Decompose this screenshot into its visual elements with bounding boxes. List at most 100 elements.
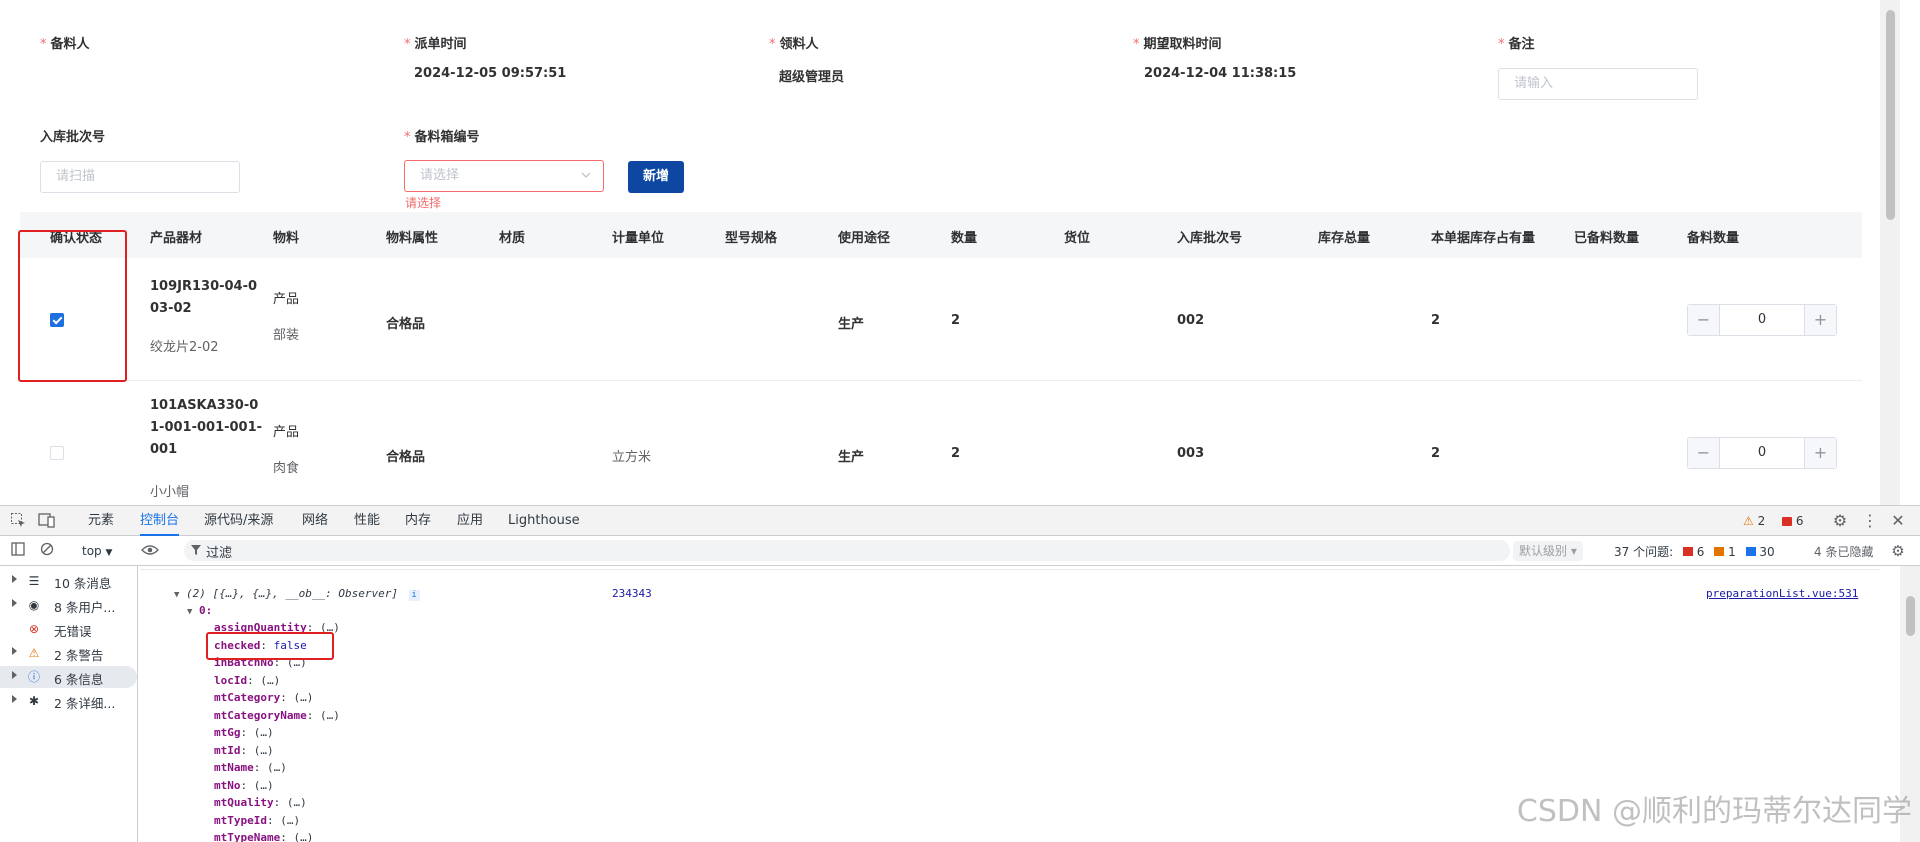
object-property[interactable]: mtCategoryName: (…) [214,709,340,722]
expected-time-label: 期望取料时间 [1143,37,1222,52]
expanded-caret-icon[interactable]: ▼ [174,590,179,600]
sidebar-item-messages[interactable]: ☰ 10 条消息 [0,570,137,592]
decrement-button[interactable]: − [1688,438,1720,468]
error-count[interactable]: 6 [1782,506,1803,536]
issues-button[interactable]: 37 个问题: 6 1 30 [1614,543,1775,560]
watermark: CSDN @顺利的玛蒂尔达同学 [1516,794,1912,829]
tab-sources[interactable]: 源代码/来源 [204,506,273,536]
tab-memory[interactable]: 内存 [405,506,431,536]
expand-caret-icon[interactable] [12,599,17,607]
property-key: mtName [214,761,254,774]
expand-caret-icon[interactable] [12,695,17,703]
increment-button[interactable]: + [1804,305,1836,335]
property-value[interactable]: (…) [254,744,274,757]
box-select[interactable]: 请选择 [404,160,604,192]
sidebar-item-user-messages[interactable]: ◉ 8 条用户... [0,594,137,616]
console-scrollbar-thumb[interactable] [1906,596,1915,636]
sidebar-item-warnings[interactable]: ⚠ 2 条警告 [0,642,137,664]
property-separator: : [273,796,287,809]
property-value[interactable]: (…) [287,796,307,809]
property-key: mtTypeName [214,831,281,842]
batch-scan-input[interactable]: 请扫描 [40,161,240,193]
property-value[interactable]: (…) [260,674,280,687]
property-value[interactable]: (…) [254,779,274,792]
sidebar-item-verbose[interactable]: ✱ 2 条详细... [0,690,137,712]
tab-network[interactable]: 网络 [302,506,328,536]
prep-qty-value[interactable]: 0 [1720,305,1804,335]
sidebar-toggle-icon[interactable] [9,542,27,560]
add-button[interactable]: 新增 [628,161,684,193]
console-settings-gear-icon[interactable]: ⚙ [1889,542,1907,560]
device-toolbar-icon[interactable] [38,512,56,530]
object-property[interactable]: mtGg: (…) [214,726,274,739]
previous-log-divider [140,566,1880,570]
product-code-line: 001 [150,442,178,457]
console-array-entry[interactable]: ▼ (2) [{…}, {…}, __ob__: Observer] i [174,587,420,601]
property-value[interactable]: (…) [267,761,287,774]
th-material: 物料 [273,231,300,246]
usage-value: 生产 [838,317,865,332]
decrement-button[interactable]: − [1688,305,1720,335]
expand-caret-icon[interactable] [12,647,17,655]
batch-value: 002 [1177,313,1205,328]
tab-lighthouse[interactable]: Lighthouse [508,506,580,536]
warning-count-text: 2 [1757,514,1766,528]
dispatch-time-value: 2024-12-05 09:57:51 [414,66,567,81]
expand-caret-icon[interactable] [12,575,17,583]
tab-elements[interactable]: 元素 [88,506,114,536]
sidebar-item-info[interactable]: ⓘ 6 条信息 [0,666,137,688]
inspect-icon[interactable] [9,512,27,530]
property-key: mtId [214,743,241,757]
context-select[interactable]: top ▼ [82,544,112,558]
expanded-caret-icon[interactable]: ▼ [187,607,192,617]
object-property[interactable]: mtCategory: (…) [214,691,313,704]
object-property[interactable]: mtNo: (…) [214,779,274,792]
remark-input[interactable]: 请输入 [1498,68,1698,100]
object-property[interactable]: mtTypeName: (…) [214,831,313,842]
prep-qty-value[interactable]: 0 [1720,438,1804,468]
hidden-count: 4 条已隐藏 [1814,545,1874,559]
object-property[interactable]: mtName: (…) [214,761,287,774]
warning-count[interactable]: ⚠ 2 [1743,506,1765,536]
page-scrollbar[interactable] [1880,0,1900,505]
tab-application[interactable]: 应用 [457,506,483,536]
preparer-label: 备料人 [50,37,90,52]
array-index-entry[interactable]: ▼ 0: [187,604,212,617]
increment-button[interactable]: + [1804,438,1836,468]
issues-label: 37 个问题: [1614,545,1674,559]
annotation-highlight-box [18,230,127,382]
sidebar-item-label: 6 条信息 [54,672,104,687]
page-scrollbar-thumb[interactable] [1886,10,1895,220]
log-levels-select[interactable]: 默认级别 ▾ [1513,541,1583,561]
object-property[interactable]: mtQuality: (…) [214,796,307,809]
clear-console-icon[interactable] [38,542,56,560]
row-checkbox[interactable] [50,446,64,460]
property-value[interactable]: (…) [293,691,313,704]
property-value[interactable]: (…) [320,709,340,722]
filter-icon [191,545,201,555]
object-property[interactable]: mtTypeId: (…) [214,814,300,827]
expected-time-value: 2024-12-04 11:38:15 [1144,66,1297,81]
prep-qty-stepper[interactable]: − 0 + [1687,437,1837,469]
close-icon[interactable]: ✕ [1889,512,1907,530]
property-value[interactable]: (…) [293,831,313,842]
box-label: 备料箱编号 [414,130,480,145]
material-type: 产品 [273,292,300,307]
property-separator: : [240,778,254,792]
property-separator: : [280,691,294,704]
expand-caret-icon[interactable] [12,671,17,679]
object-property[interactable]: mtId: (…) [214,744,274,757]
more-menu-icon[interactable]: ⋮ [1861,512,1879,530]
gear-icon[interactable]: ⚙ [1831,512,1849,530]
source-link[interactable]: preparationList.vue:531 [1706,587,1858,600]
object-property[interactable]: locId: (…) [214,674,280,687]
property-value[interactable]: (…) [254,726,274,739]
eye-icon[interactable] [141,542,159,560]
tab-console[interactable]: 控制台 [140,506,180,536]
sidebar-item-errors[interactable]: ⊗ 无错误 [0,618,137,640]
quantity-value: 2 [951,313,961,328]
prep-qty-stepper[interactable]: − 0 + [1687,304,1837,336]
property-value[interactable]: (…) [280,814,300,827]
console-filter-input[interactable]: 过滤 [184,540,1510,561]
tab-performance[interactable]: 性能 [354,506,380,536]
